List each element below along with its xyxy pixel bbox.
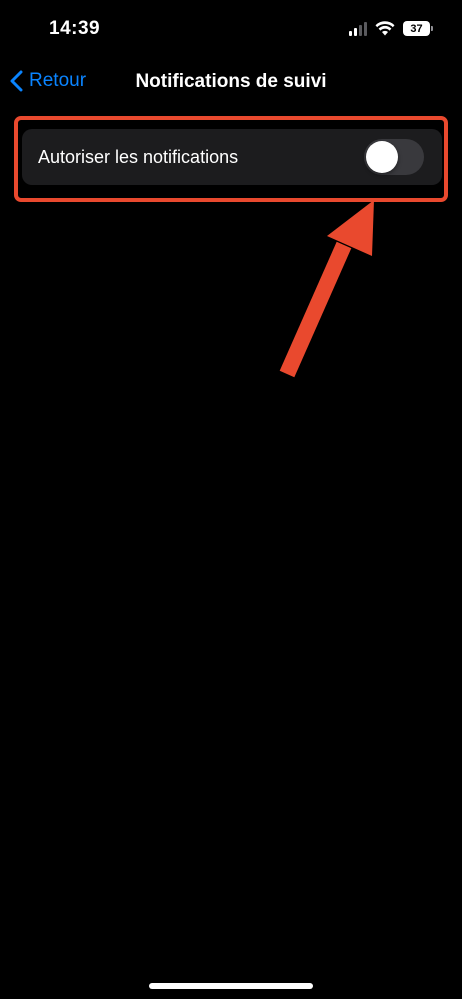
settings-group: Autoriser les notifications [22, 129, 442, 185]
status-time: 14:39 [49, 18, 101, 39]
status-icons: 37 [349, 21, 433, 36]
page-title: Notifications de suivi [135, 71, 327, 92]
navigation-bar: Retour Notifications de suivi [0, 60, 462, 104]
allow-notifications-label: Autoriser les notifications [38, 147, 239, 167]
toggle-knob [366, 141, 398, 173]
battery-icon: 37 [403, 21, 433, 36]
allow-notifications-toggle[interactable] [364, 139, 424, 175]
status-bar: 14:39 37 [0, 0, 462, 60]
cellular-signal-icon [349, 21, 367, 36]
home-indicator [149, 983, 313, 989]
wifi-icon [375, 21, 395, 36]
